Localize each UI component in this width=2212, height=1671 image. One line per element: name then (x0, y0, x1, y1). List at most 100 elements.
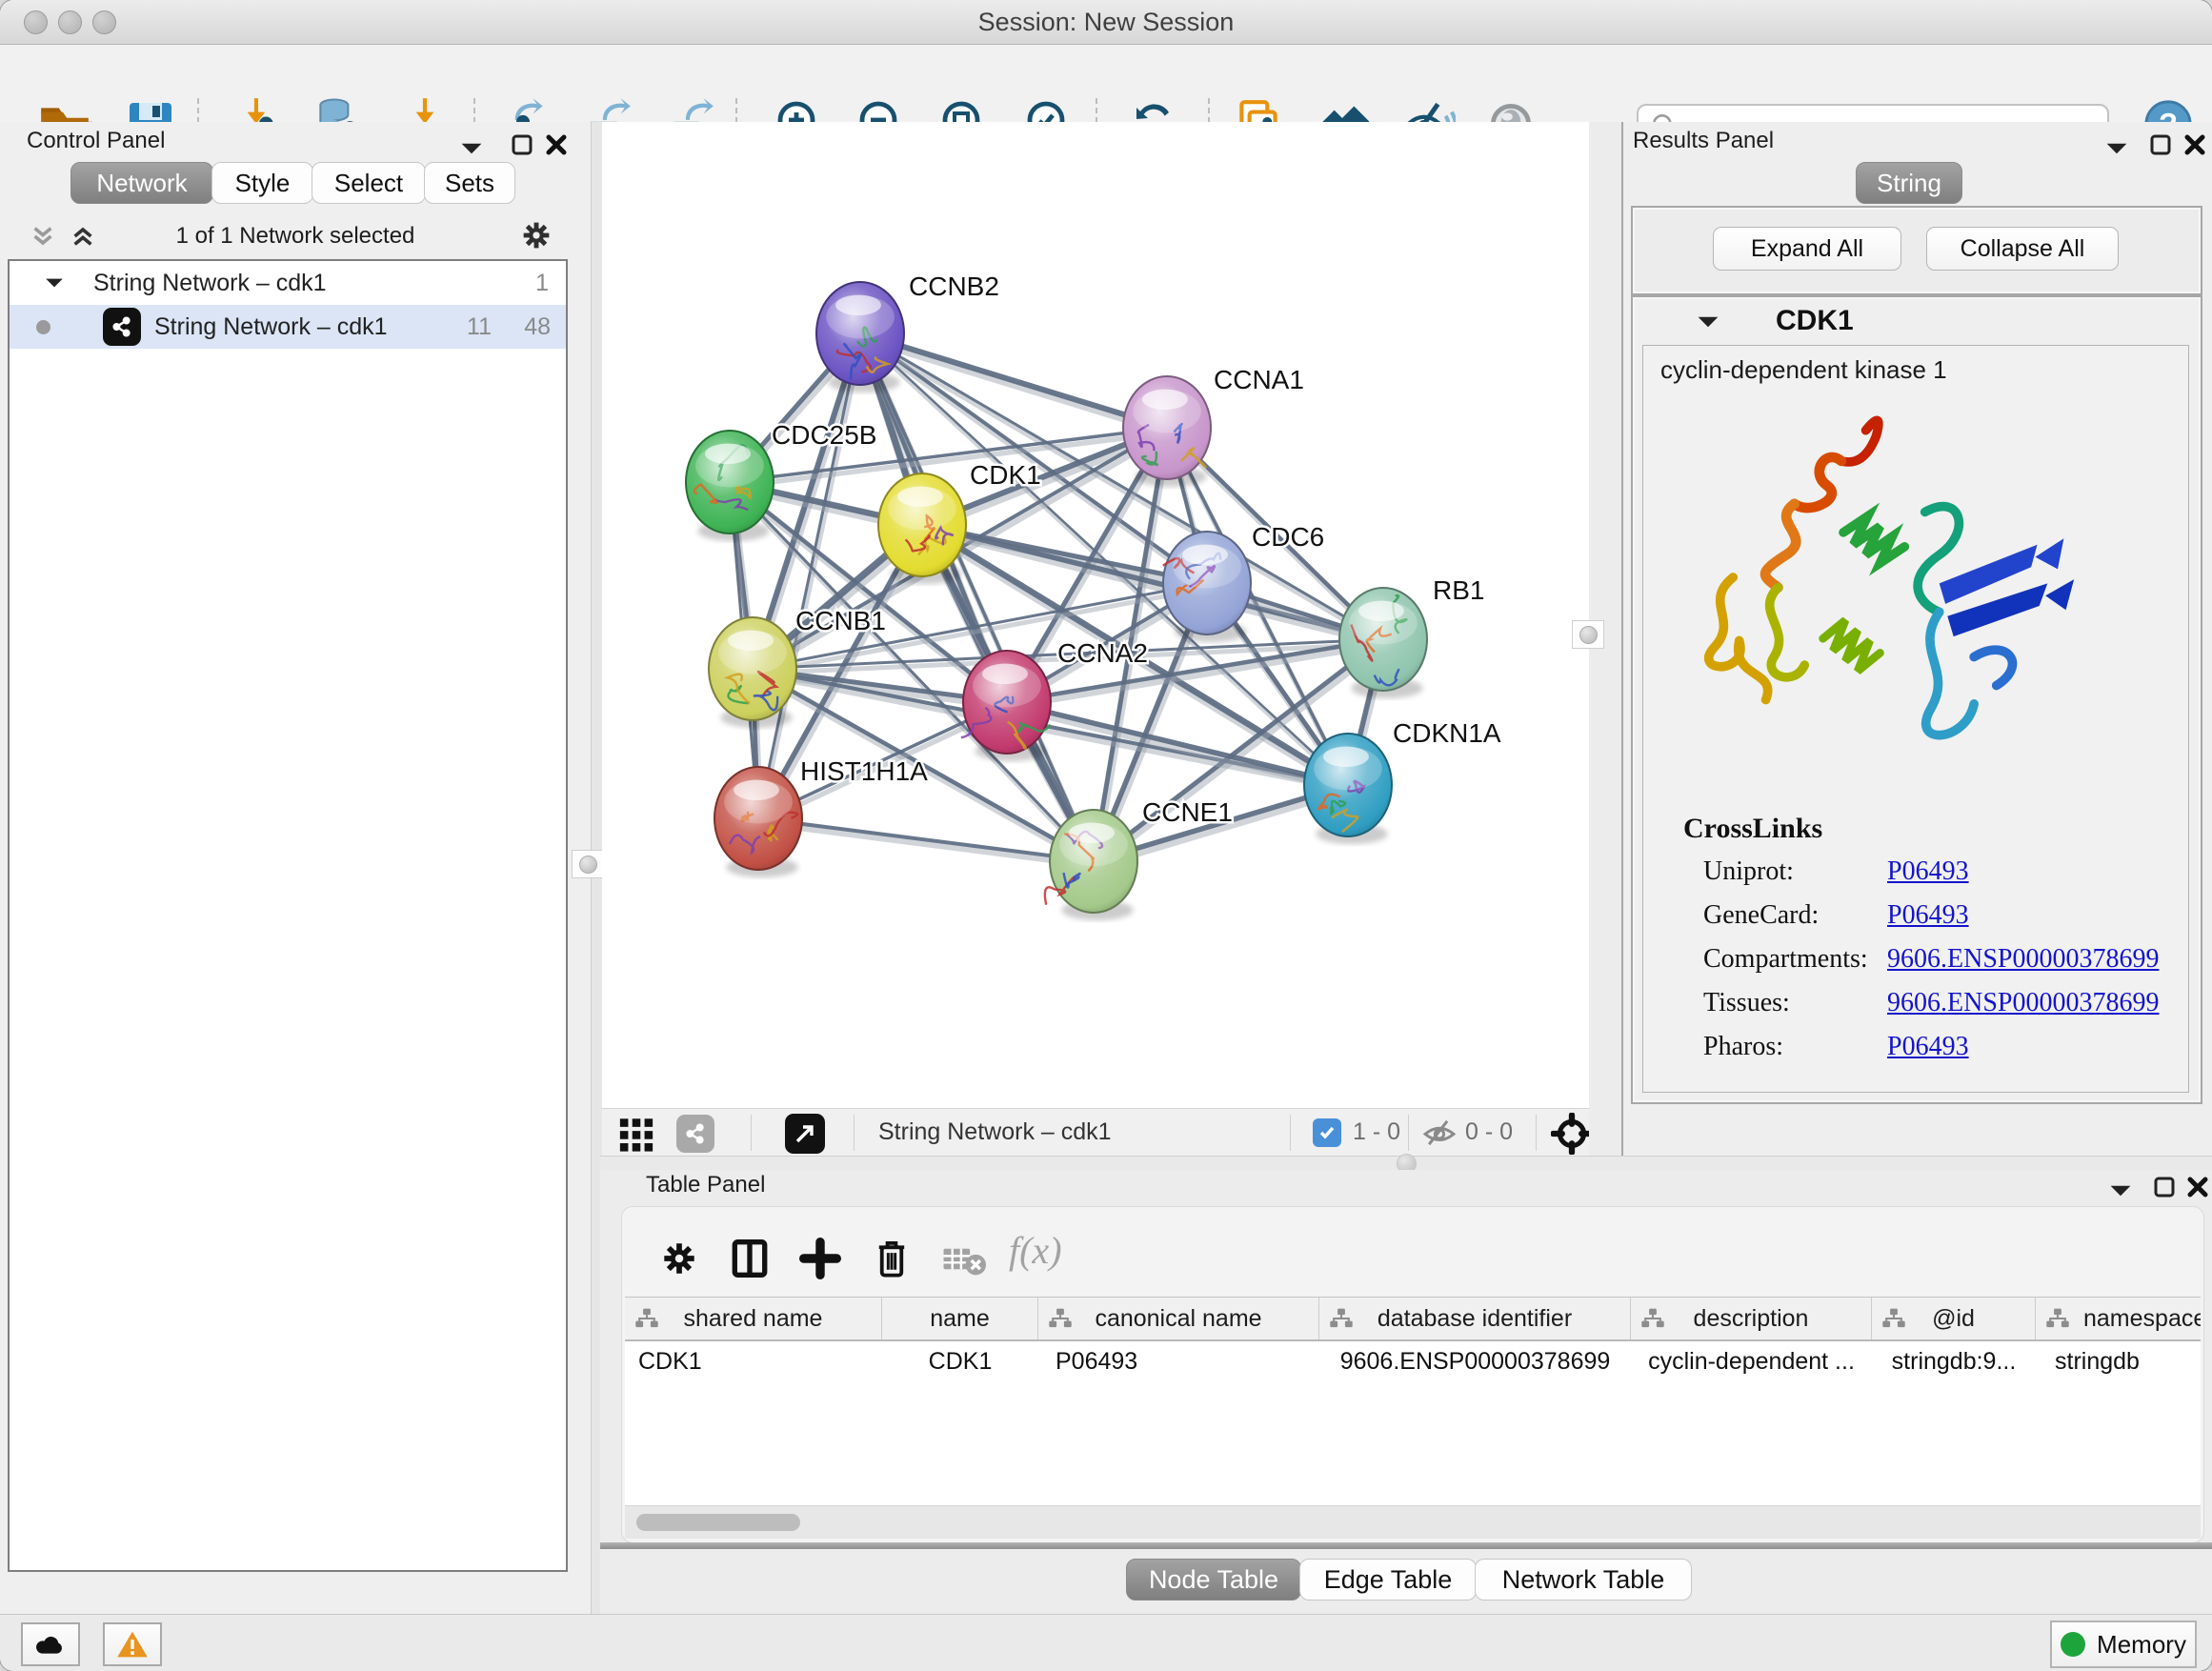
table-panel-collapse-button[interactable] (2108, 1174, 2133, 1208)
crosslink-label: Compartments: (1703, 944, 1868, 975)
column-header-canonical-name[interactable]: canonical name (1038, 1298, 1319, 1339)
column-header--id[interactable]: @id (1872, 1298, 2036, 1339)
table-panel-float-button[interactable] (2153, 1170, 2176, 1204)
tab-network-table[interactable]: Network Table (1475, 1559, 1692, 1601)
column-header-name[interactable]: name (882, 1298, 1038, 1339)
network-canvas[interactable]: CCNB2CCNA1CDC25BCDK1CDC6RB1CCNB1CCNA2CDK… (602, 122, 1589, 1108)
network-graph[interactable]: CCNB2CCNA1CDC25BCDK1CDC6RB1CCNB1CCNA2CDK… (602, 122, 1589, 1108)
string-network-icon (103, 308, 141, 346)
tab-node-table[interactable]: Node Table (1126, 1559, 1301, 1601)
results-panel: Results Panel String Expand All Collapse… (1623, 122, 2212, 1158)
crosslink-link[interactable]: 9606.ENSP00000378699 (1887, 988, 2159, 1018)
column-header-shared-name[interactable]: shared name (625, 1298, 882, 1339)
network-status-name: String Network – cdk1 (878, 1118, 1112, 1146)
string-style-icon[interactable] (676, 1115, 714, 1153)
protein-node-CDC6 (1163, 532, 1251, 634)
table-hscrollbar[interactable] (625, 1505, 2201, 1539)
network-tree: String Network – cdk1 1 String Network –… (8, 259, 568, 1572)
open-in-string-icon[interactable] (785, 1114, 825, 1154)
window-title: Session: New Session (0, 8, 2212, 37)
expand-collapse-box: Expand All Collapse All (1631, 206, 2202, 295)
column-header-database-identifier[interactable]: database identifier (1319, 1298, 1631, 1339)
protein-structure-image (1672, 401, 2101, 811)
table-cell[interactable]: stringdb:9... (1872, 1341, 2036, 1381)
table-cell[interactable]: stringdb (2036, 1341, 2201, 1381)
network-row-selected[interactable]: String Network – cdk1 11 48 (10, 305, 566, 349)
node-label-RB1: RB1 (1433, 575, 1484, 605)
node-label-CCNB2: CCNB2 (909, 272, 999, 301)
delete-column-trash-icon[interactable] (872, 1238, 912, 1279)
hidden-count: 0 - 0 (1465, 1118, 1513, 1146)
table-options-gear-icon[interactable] (660, 1239, 698, 1278)
table-tabs: Node TableEdge TableNetwork Table (1126, 1559, 1692, 1601)
protein-description: cyclin-dependent kinase 1 (1660, 355, 1947, 385)
control-panel-float-button[interactable] (511, 128, 533, 162)
warning-status-button[interactable] (103, 1622, 162, 1666)
crosslink-label: Pharos: (1703, 1032, 1783, 1062)
table-cell[interactable]: CDK1 (625, 1341, 882, 1381)
tab-select[interactable]: Select (312, 162, 426, 204)
crosslink-link[interactable]: P06493 (1887, 900, 1969, 931)
protein-node-CCNA2 (961, 651, 1051, 754)
add-column-icon[interactable] (799, 1238, 841, 1279)
protein-collapse-caret-icon[interactable] (1696, 314, 1720, 330)
crosslink-row: GeneCard:P06493 (1643, 900, 2188, 944)
show-columns-icon[interactable] (729, 1238, 771, 1279)
node-table-container: f(x) shared namenamecanonical namedataba… (621, 1206, 2204, 1543)
right-divider-grip[interactable] (1572, 620, 1604, 649)
table-cell[interactable]: P06493 (1038, 1341, 1319, 1381)
results-panel-float-button[interactable] (2149, 128, 2172, 162)
crosslinks-heading: CrossLinks (1683, 813, 1822, 845)
node-label-CDC25B: CDC25B (772, 420, 876, 450)
table-cell[interactable]: 9606.ENSP00000378699 (1319, 1341, 1631, 1381)
column-header-namespace[interactable]: namespace (2036, 1298, 2201, 1339)
protein-node-HIST1H1A (714, 767, 802, 870)
selected-nodes-checkbox-icon[interactable] (1313, 1118, 1341, 1147)
tab-style[interactable]: Style (211, 162, 313, 204)
tab-network[interactable]: Network (70, 162, 213, 204)
table-panel-close-button[interactable] (2186, 1170, 2209, 1204)
crosslink-link[interactable]: 9606.ENSP00000378699 (1887, 944, 2159, 975)
protein-node-CCNB1 (709, 617, 796, 720)
node-label-CCNB1: CCNB1 (795, 606, 886, 635)
crosslink-link[interactable]: P06493 (1887, 1032, 1969, 1062)
crosslink-link[interactable]: P06493 (1887, 856, 1969, 887)
results-panel-collapse-button[interactable] (2104, 131, 2129, 166)
control-panel-collapse-button[interactable] (459, 131, 484, 166)
tab-string-results[interactable]: String (1856, 162, 1962, 204)
crosslink-row: Pharos: P06493 (1643, 1032, 2188, 1076)
table-resize-edge[interactable] (600, 1542, 2212, 1549)
collection-collapse-caret-icon[interactable] (44, 276, 65, 290)
control-panel-close-button[interactable] (545, 128, 568, 162)
title-bar: Session: New Session (0, 0, 2212, 45)
collapse-all-button[interactable]: Collapse All (1926, 227, 2119, 271)
crosslink-label: Tissues: (1703, 988, 1790, 1018)
table-cell[interactable]: cyclin-dependent ... (1631, 1341, 1872, 1381)
node-label-CCNA1: CCNA1 (1214, 365, 1304, 394)
node-label-CDK1: CDK1 (970, 460, 1041, 490)
fit-selected-crosshair-icon[interactable] (1551, 1113, 1593, 1155)
network-options-gear-icon[interactable] (520, 219, 553, 252)
protein-node-CDKN1A (1304, 734, 1392, 836)
cloud-status-button[interactable] (21, 1622, 80, 1666)
tab-sets[interactable]: Sets (424, 162, 515, 204)
tab-edge-table[interactable]: Edge Table (1299, 1559, 1477, 1601)
column-header-description[interactable]: description (1631, 1298, 1872, 1339)
network-collection-row[interactable]: String Network – cdk1 1 (10, 261, 566, 305)
birdseye-grid-icon[interactable] (617, 1115, 655, 1153)
function-builder-button: f(x) (1009, 1228, 1062, 1273)
expand-all-button[interactable]: Expand All (1713, 227, 1901, 271)
protein-detail-box: cyclin-dependent kinase 1 (1642, 345, 2189, 1093)
control-panel-title: Control Panel (27, 128, 165, 154)
protein-result-card: CDK1 cyclin-dependent kinase 1 (1631, 295, 2202, 1104)
left-divider-grip[interactable] (572, 850, 604, 878)
results-panel-close-button[interactable] (2183, 128, 2206, 162)
hidden-eye-icon[interactable] (1421, 1117, 1458, 1149)
table-row[interactable]: CDK1CDK1P064939606.ENSP00000378699cyclin… (625, 1341, 2201, 1381)
memory-label: Memory (2097, 1630, 2186, 1660)
hscrollbar-thumb[interactable] (636, 1514, 800, 1531)
table-cell[interactable]: CDK1 (882, 1341, 1038, 1381)
protein-name: CDK1 (1776, 305, 1854, 337)
protein-node-RB1 (1339, 588, 1427, 691)
memory-button[interactable]: Memory (2050, 1621, 2197, 1668)
